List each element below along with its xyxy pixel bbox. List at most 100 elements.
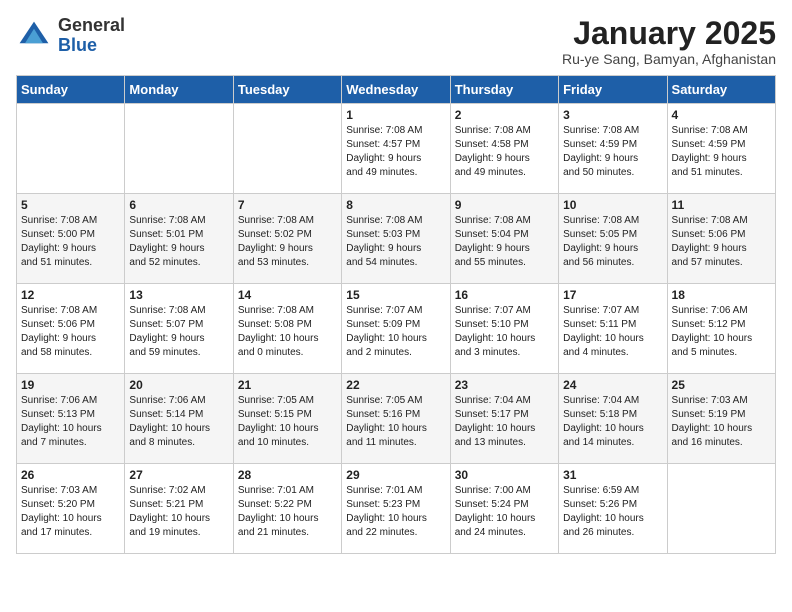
calendar-cell: 22 Sunrise: 7:05 AM Sunset: 5:16 PM Dayli… <box>342 374 450 464</box>
calendar-cell: 24 Sunrise: 7:04 AM Sunset: 5:18 PM Dayli… <box>559 374 667 464</box>
day-number: 2 <box>455 108 554 122</box>
day-info: Sunrise: 7:00 AM Sunset: 5:24 PM Dayligh… <box>455 484 554 540</box>
page-header: General Blue January 2025 Ru-ye Sang, Ba… <box>16 16 776 67</box>
weekday-header-thursday: Thursday <box>450 76 558 104</box>
day-number: 18 <box>672 288 771 302</box>
calendar-week-row: 12Sunrise: 7:08 AM Sunset: 5:06 PM Dayli… <box>17 284 776 374</box>
calendar-week-row: 1Sunrise: 7:08 AM Sunset: 4:57 PM Daylig… <box>17 104 776 194</box>
day-info: Sunrise: 7:08 AM Sunset: 5:07 PM Dayligh… <box>129 304 228 360</box>
logo-icon <box>16 18 52 54</box>
day-info: Sunrise: 7:04 AM Sunset: 5:18 PM Dayligh… <box>563 394 662 450</box>
day-number: 24 <box>563 378 662 392</box>
day-info: Sunrise: 7:07 AM Sunset: 5:09 PM Dayligh… <box>346 304 445 360</box>
weekday-header-wednesday: Wednesday <box>342 76 450 104</box>
calendar-cell: 14Sunrise: 7:08 AM Sunset: 5:08 PM Dayli… <box>233 284 341 374</box>
calendar-body: 1Sunrise: 7:08 AM Sunset: 4:57 PM Daylig… <box>17 104 776 554</box>
day-number: 13 <box>129 288 228 302</box>
day-info: Sunrise: 7:05 AM Sunset: 5:16 PM Dayligh… <box>346 394 445 450</box>
calendar-cell: 11 Sunrise: 7:08 AM Sunset: 5:06 PM Dayli… <box>667 194 775 284</box>
calendar-table: SundayMondayTuesdayWednesdayThursdayFrid… <box>16 75 776 554</box>
calendar-subtitle: Ru-ye Sang, Bamyan, Afghanistan <box>562 51 776 67</box>
calendar-cell <box>667 464 775 554</box>
day-number: 25 <box>672 378 771 392</box>
calendar-cell: 19Sunrise: 7:06 AM Sunset: 5:13 PM Dayli… <box>17 374 125 464</box>
logo-general-label: General <box>58 16 125 36</box>
weekday-header-row: SundayMondayTuesdayWednesdayThursdayFrid… <box>17 76 776 104</box>
calendar-cell: 31 Sunrise: 6:59 AM Sunset: 5:26 PM Dayli… <box>559 464 667 554</box>
day-number: 29 <box>346 468 445 482</box>
day-info: Sunrise: 7:08 AM Sunset: 5:00 PM Dayligh… <box>21 214 120 270</box>
calendar-cell: 15 Sunrise: 7:07 AM Sunset: 5:09 PM Dayli… <box>342 284 450 374</box>
day-info: Sunrise: 7:08 AM Sunset: 4:59 PM Dayligh… <box>563 124 662 180</box>
calendar-cell: 16 Sunrise: 7:07 AM Sunset: 5:10 PM Dayli… <box>450 284 558 374</box>
calendar-cell: 25 Sunrise: 7:03 AM Sunset: 5:19 PM Dayli… <box>667 374 775 464</box>
calendar-cell: 5 Sunrise: 7:08 AM Sunset: 5:00 PM Daylig… <box>17 194 125 284</box>
day-number: 15 <box>346 288 445 302</box>
calendar-cell: 3Sunrise: 7:08 AM Sunset: 4:59 PM Daylig… <box>559 104 667 194</box>
day-info: Sunrise: 7:04 AM Sunset: 5:17 PM Dayligh… <box>455 394 554 450</box>
day-info: Sunrise: 7:01 AM Sunset: 5:23 PM Dayligh… <box>346 484 445 540</box>
day-number: 23 <box>455 378 554 392</box>
calendar-cell: 30 Sunrise: 7:00 AM Sunset: 5:24 PM Dayli… <box>450 464 558 554</box>
day-number: 11 <box>672 198 771 212</box>
calendar-cell: 28 Sunrise: 7:01 AM Sunset: 5:22 PM Dayli… <box>233 464 341 554</box>
day-info: Sunrise: 7:08 AM Sunset: 5:06 PM Dayligh… <box>21 304 120 360</box>
calendar-cell: 12Sunrise: 7:08 AM Sunset: 5:06 PM Dayli… <box>17 284 125 374</box>
day-info: Sunrise: 7:08 AM Sunset: 5:02 PM Dayligh… <box>238 214 337 270</box>
day-info: Sunrise: 7:08 AM Sunset: 5:06 PM Dayligh… <box>672 214 771 270</box>
calendar-cell: 20Sunrise: 7:06 AM Sunset: 5:14 PM Dayli… <box>125 374 233 464</box>
weekday-header-saturday: Saturday <box>667 76 775 104</box>
calendar-cell: 2 Sunrise: 7:08 AM Sunset: 4:58 PM Daylig… <box>450 104 558 194</box>
day-number: 7 <box>238 198 337 212</box>
calendar-cell: 27 Sunrise: 7:02 AM Sunset: 5:21 PM Dayli… <box>125 464 233 554</box>
logo-blue-label: Blue <box>58 36 125 56</box>
day-info: Sunrise: 7:06 AM Sunset: 5:13 PM Dayligh… <box>21 394 120 450</box>
day-info: Sunrise: 7:07 AM Sunset: 5:11 PM Dayligh… <box>563 304 662 360</box>
calendar-cell: 17Sunrise: 7:07 AM Sunset: 5:11 PM Dayli… <box>559 284 667 374</box>
day-info: Sunrise: 7:06 AM Sunset: 5:12 PM Dayligh… <box>672 304 771 360</box>
day-number: 22 <box>346 378 445 392</box>
calendar-cell <box>233 104 341 194</box>
weekday-header-friday: Friday <box>559 76 667 104</box>
day-number: 27 <box>129 468 228 482</box>
day-info: Sunrise: 7:08 AM Sunset: 5:05 PM Dayligh… <box>563 214 662 270</box>
logo-text: General Blue <box>58 16 125 56</box>
calendar-cell: 1Sunrise: 7:08 AM Sunset: 4:57 PM Daylig… <box>342 104 450 194</box>
day-info: Sunrise: 7:07 AM Sunset: 5:10 PM Dayligh… <box>455 304 554 360</box>
day-number: 5 <box>21 198 120 212</box>
calendar-cell: 13 Sunrise: 7:08 AM Sunset: 5:07 PM Dayli… <box>125 284 233 374</box>
day-number: 9 <box>455 198 554 212</box>
day-info: Sunrise: 7:08 AM Sunset: 5:01 PM Dayligh… <box>129 214 228 270</box>
calendar-cell: 21Sunrise: 7:05 AM Sunset: 5:15 PM Dayli… <box>233 374 341 464</box>
day-info: Sunrise: 7:03 AM Sunset: 5:19 PM Dayligh… <box>672 394 771 450</box>
calendar-header: SundayMondayTuesdayWednesdayThursdayFrid… <box>17 76 776 104</box>
day-number: 28 <box>238 468 337 482</box>
day-number: 14 <box>238 288 337 302</box>
day-info: Sunrise: 7:02 AM Sunset: 5:21 PM Dayligh… <box>129 484 228 540</box>
day-number: 10 <box>563 198 662 212</box>
day-number: 1 <box>346 108 445 122</box>
day-number: 16 <box>455 288 554 302</box>
calendar-cell: 29 Sunrise: 7:01 AM Sunset: 5:23 PM Dayli… <box>342 464 450 554</box>
calendar-cell: 9Sunrise: 7:08 AM Sunset: 5:04 PM Daylig… <box>450 194 558 284</box>
day-info: Sunrise: 7:05 AM Sunset: 5:15 PM Dayligh… <box>238 394 337 450</box>
weekday-header-sunday: Sunday <box>17 76 125 104</box>
day-info: Sunrise: 7:08 AM Sunset: 4:58 PM Dayligh… <box>455 124 554 180</box>
day-number: 30 <box>455 468 554 482</box>
day-number: 31 <box>563 468 662 482</box>
calendar-cell: 4Sunrise: 7:08 AM Sunset: 4:59 PM Daylig… <box>667 104 775 194</box>
calendar-cell: 10 Sunrise: 7:08 AM Sunset: 5:05 PM Dayli… <box>559 194 667 284</box>
weekday-header-monday: Monday <box>125 76 233 104</box>
calendar-title: January 2025 <box>562 16 776 51</box>
day-info: Sunrise: 7:08 AM Sunset: 5:03 PM Dayligh… <box>346 214 445 270</box>
calendar-cell: 23 Sunrise: 7:04 AM Sunset: 5:17 PM Dayli… <box>450 374 558 464</box>
calendar-cell: 7 Sunrise: 7:08 AM Sunset: 5:02 PM Daylig… <box>233 194 341 284</box>
day-number: 20 <box>129 378 228 392</box>
day-number: 6 <box>129 198 228 212</box>
day-info: Sunrise: 7:01 AM Sunset: 5:22 PM Dayligh… <box>238 484 337 540</box>
calendar-cell <box>125 104 233 194</box>
calendar-cell: 18 Sunrise: 7:06 AM Sunset: 5:12 PM Dayli… <box>667 284 775 374</box>
day-info: Sunrise: 7:08 AM Sunset: 4:59 PM Dayligh… <box>672 124 771 180</box>
weekday-header-tuesday: Tuesday <box>233 76 341 104</box>
day-info: Sunrise: 6:59 AM Sunset: 5:26 PM Dayligh… <box>563 484 662 540</box>
